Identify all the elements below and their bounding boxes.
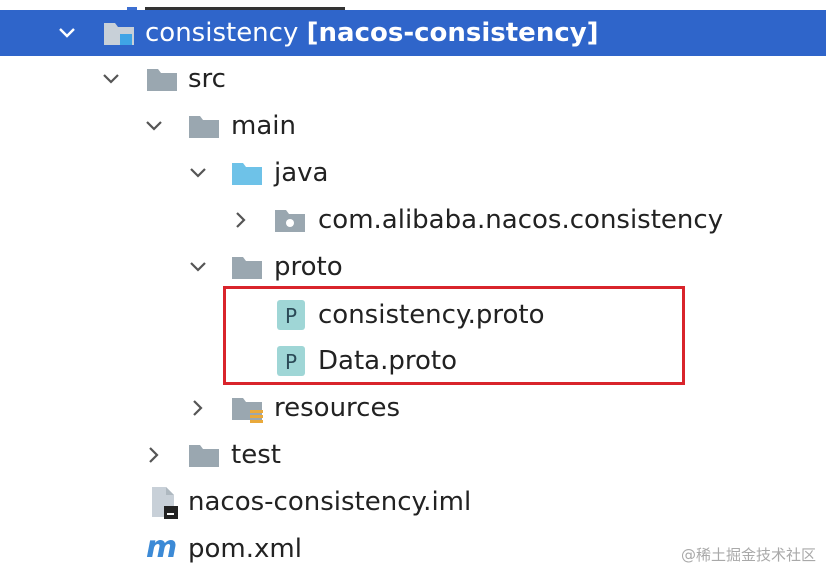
chevron-down-icon[interactable] (189, 258, 207, 276)
tree-row-proto[interactable]: proto (0, 244, 826, 290)
chevron-down-icon[interactable] (102, 70, 120, 88)
resources-folder-icon (231, 395, 265, 423)
chevron-right-icon[interactable] (145, 446, 163, 464)
folder-label-resources: resources (274, 393, 401, 423)
tree-row-package[interactable]: com.alibaba.nacos.consistency (0, 197, 826, 243)
watermark: @稀土掘金技术社区 (680, 546, 816, 564)
folder-icon (231, 254, 265, 280)
tree-row-test[interactable]: test (0, 432, 826, 478)
module-folder-icon (103, 20, 137, 46)
tree-row-src[interactable]: src (0, 56, 826, 102)
folder-label-main: main (231, 111, 296, 141)
folder-label-test: test (231, 440, 281, 470)
tree-row-main[interactable]: main (0, 103, 826, 149)
folder-label-proto: proto (274, 252, 343, 282)
module-tag: [nacos-consistency] (306, 18, 599, 48)
chevron-down-icon[interactable] (189, 164, 207, 182)
source-folder-icon (231, 160, 265, 186)
highlight-box (223, 286, 685, 385)
tree-row-iml[interactable]: nacos-consistency.iml (0, 479, 826, 525)
package-icon (274, 207, 308, 233)
chevron-right-icon[interactable] (232, 211, 250, 229)
iml-file-icon (148, 486, 178, 519)
folder-label-java: java (274, 158, 329, 188)
chevron-right-icon[interactable] (189, 399, 207, 417)
cropped-row (115, 0, 415, 13)
tree-row-resources[interactable]: resources (0, 385, 826, 431)
chevron-down-icon[interactable] (145, 117, 163, 135)
project-tree: consistency [nacos-consistency] src main… (0, 0, 826, 571)
folder-icon (188, 113, 222, 139)
folder-icon (146, 66, 180, 92)
package-label: com.alibaba.nacos.consistency (318, 205, 724, 235)
folder-label-src: src (188, 64, 226, 94)
tree-row-consistency-module[interactable]: consistency [nacos-consistency] (0, 10, 826, 56)
maven-icon: m (146, 532, 177, 564)
tree-row-java[interactable]: java (0, 150, 826, 196)
folder-icon (188, 442, 222, 468)
chevron-down-icon[interactable] (58, 24, 76, 42)
svg-text:m: m (146, 532, 177, 564)
module-name: consistency (145, 18, 299, 48)
file-label-pom: pom.xml (188, 534, 302, 564)
file-label-iml: nacos-consistency.iml (188, 487, 472, 517)
